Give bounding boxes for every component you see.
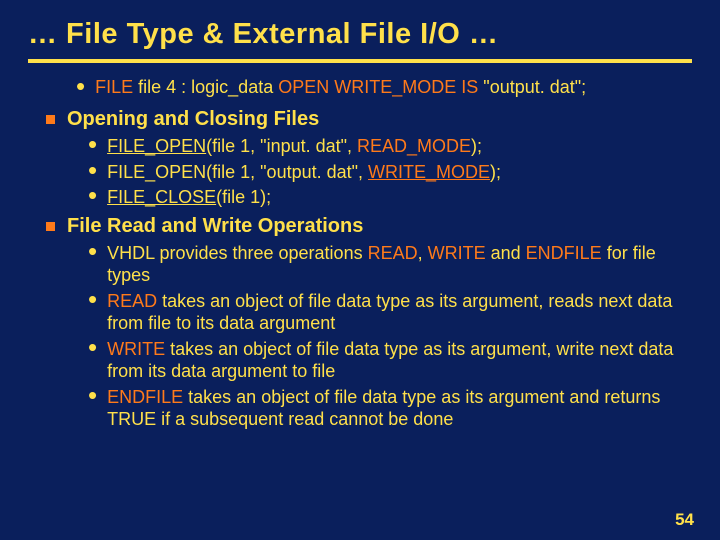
bullet-dot-icon: • xyxy=(88,290,97,308)
sub-bullet: • FILE_CLOSE(file 1); xyxy=(88,186,692,209)
text-span: takes an object of file data type as its… xyxy=(107,291,672,334)
sub-bullet-text: FILE_CLOSE(file 1); xyxy=(107,186,692,209)
sub-bullet-text: FILE_OPEN(file 1, "output. dat", WRITE_M… xyxy=(107,161,692,184)
text-span: (file 1); xyxy=(216,187,271,207)
sub-bullet: • FILE_OPEN(file 1, "input. dat", READ_MO… xyxy=(88,135,692,158)
keyword-span: WRITE_MODE xyxy=(368,162,490,182)
text-span: FILE_OPEN(file 1, "output. dat", xyxy=(107,162,368,182)
text-span: takes an object of file data type as its… xyxy=(107,387,660,430)
keyword-span: READ_MODE xyxy=(357,136,471,156)
sub-bullet: • VHDL provides three operations READ, WR… xyxy=(88,242,692,287)
slide: … File Type & External File I/O … • FILE… xyxy=(0,0,720,540)
lead-seg1: file 4 : logic_data xyxy=(133,77,278,97)
keyword-span: WRITE xyxy=(428,243,486,263)
sub-bullet-text: WRITE takes an object of file data type … xyxy=(107,338,692,383)
text-span: , xyxy=(418,243,428,263)
square-bullet-icon xyxy=(46,222,55,231)
bullet-dot-icon: • xyxy=(88,135,97,153)
keyword-span: WRITE xyxy=(107,339,165,359)
text-span: takes an object of file data type as its… xyxy=(107,339,673,382)
kw-write-mode: WRITE_MODE xyxy=(334,77,456,97)
text-span: ); xyxy=(471,136,482,156)
keyword-span: ENDFILE xyxy=(526,243,602,263)
section-heading-text: File Read and Write Operations xyxy=(67,215,363,238)
section: Opening and Closing Files•FILE_OPEN(file… xyxy=(46,108,692,209)
page-number: 54 xyxy=(675,510,694,530)
sub-bullet: • FILE_OPEN(file 1, "output. dat", WRITE_… xyxy=(88,161,692,184)
sub-bullet-text: VHDL provides three operations READ, WRI… xyxy=(107,242,692,287)
bullet-dot-icon: • xyxy=(88,186,97,204)
text-span: ); xyxy=(490,162,501,182)
bullet-dot-icon: • xyxy=(88,242,97,260)
sub-bullet: • ENDFILE takes an object of file data ty… xyxy=(88,386,692,431)
keyword-span: READ xyxy=(368,243,418,263)
sub-bullet: • WRITE takes an object of file data type… xyxy=(88,338,692,383)
bullet-dot-icon: • xyxy=(76,77,85,95)
kw-file: FILE xyxy=(95,77,133,97)
text-span: and xyxy=(486,243,526,263)
sub-bullet-text: FILE_OPEN(file 1, "input. dat", READ_MOD… xyxy=(107,135,692,158)
sections-container: Opening and Closing Files•FILE_OPEN(file… xyxy=(28,108,692,431)
keyword-span: READ xyxy=(107,291,157,311)
text-span: FILE_OPEN xyxy=(107,136,206,156)
bullet-dot-icon: • xyxy=(88,338,97,356)
lead-text: FILE file 4 : logic_data OPEN WRITE_MODE… xyxy=(95,77,586,98)
keyword-span: ENDFILE xyxy=(107,387,183,407)
kw-is: IS xyxy=(461,77,478,97)
square-bullet-icon xyxy=(46,115,55,124)
section: File Read and Write Operations • VHDL prov… xyxy=(46,215,692,431)
sub-bullet-text: ENDFILE takes an object of file data typ… xyxy=(107,386,692,431)
text-span: VHDL provides three operations xyxy=(107,243,367,263)
bullet-dot-icon: • xyxy=(88,386,97,404)
section-heading: File Read and Write Operations xyxy=(46,215,692,238)
text-span: FILE_CLOSE xyxy=(107,187,216,207)
section-heading: Opening and Closing Files xyxy=(46,108,692,131)
slide-title: … File Type & External File I/O … xyxy=(28,18,692,63)
kw-open: OPEN xyxy=(278,77,329,97)
lead-bullet: • FILE file 4 : logic_data OPEN WRITE_MO… xyxy=(76,77,692,98)
lead-seg4: "output. dat"; xyxy=(478,77,586,97)
sub-bullet: • READ takes an object of file data type … xyxy=(88,290,692,335)
bullet-dot-icon: • xyxy=(88,161,97,179)
text-span: (file 1, "input. dat", xyxy=(206,136,357,156)
sub-bullet-text: READ takes an object of file data type a… xyxy=(107,290,692,335)
section-heading-text: Opening and Closing Files xyxy=(67,108,319,131)
